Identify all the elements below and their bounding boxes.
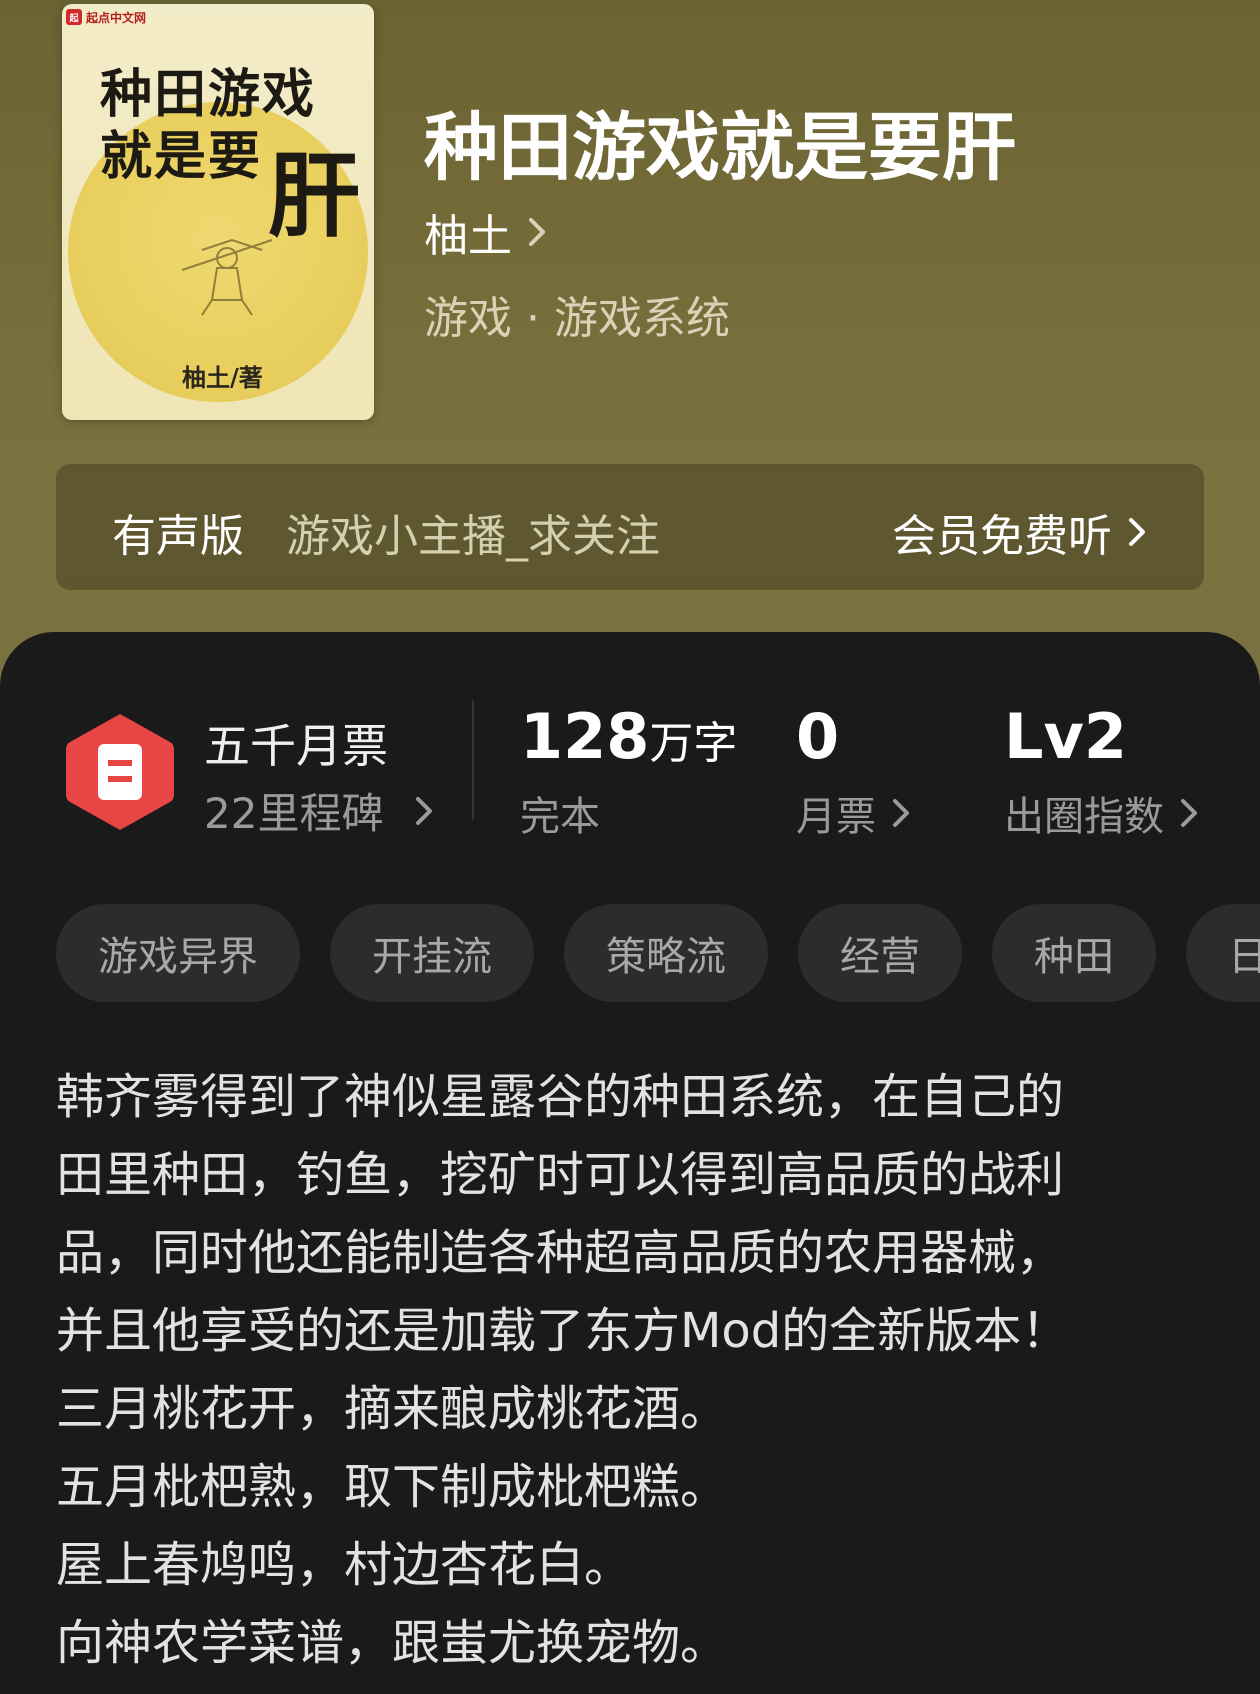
monthly-tickets-value: 0 — [796, 700, 840, 773]
chevron-right-icon — [529, 218, 545, 246]
word-count-value: 128万字 — [520, 700, 737, 773]
author-link[interactable]: 柚土 — [424, 200, 548, 264]
book-cover[interactable]: 起 起点中文网 种田游戏 就是要 肝 柚土/著 — [62, 4, 374, 420]
monthly-ticket-badge-icon[interactable] — [62, 710, 178, 834]
chevron-right-icon — [416, 796, 433, 825]
book-title: 种田游戏就是要肝 — [424, 105, 1016, 191]
milestone-label: 22里程碑 — [204, 789, 384, 838]
description-line: 品，同时他还能制造各种超高品质的农用器械， — [56, 1225, 1065, 1281]
publisher-logo-icon: 起 — [66, 9, 82, 25]
completion-status: 完本 — [520, 794, 600, 840]
tag-chip[interactable]: 种田 — [992, 904, 1156, 1002]
milestone-link[interactable]: 22里程碑 — [204, 780, 435, 841]
cover-farmer-illustration — [181, 238, 273, 316]
cover-title-line1: 种田游戏 — [100, 64, 317, 125]
audio-version-bar[interactable]: 有声版 游戏小主播_求关注 会员免费听 — [56, 464, 1204, 590]
publisher-logo: 起 起点中文网 — [66, 8, 146, 26]
genre-label[interactable]: 游戏 · 游戏系统 — [424, 282, 730, 346]
cover-author-credit: 柚土/著 — [182, 363, 263, 392]
tag-chip[interactable]: 日 — [1186, 904, 1260, 1002]
tag-list: 游戏异界 开挂流 策略流 经营 种田 日 — [56, 904, 1260, 1002]
chevron-right-icon — [1181, 799, 1197, 827]
description-line: 三月桃花开，摘来酿成桃花酒。 — [56, 1381, 729, 1437]
description-line: 田里种田，钓鱼，挖矿时可以得到高品质的战利 — [56, 1147, 1065, 1203]
book-description[interactable]: 韩齐雾得到了神似星露谷的种田系统，在自己的 田里种田，钓鱼，挖矿时可以得到高品质… — [56, 1058, 1226, 1682]
description-line: 向神农学菜谱，跟蚩尤换宠物。 — [56, 1615, 729, 1671]
book-header: 起 起点中文网 种田游戏 就是要 肝 柚土/著 种田游戏就是要肝 柚土 游戏 ·… — [0, 0, 1260, 700]
word-count-number: 128 — [520, 700, 650, 773]
audio-narrator: 游戏小主播_求关注 — [286, 511, 660, 562]
description-line: 韩齐雾得到了神似星露谷的种田系统，在自己的 — [56, 1069, 1065, 1125]
badge-title: 五千月票 — [204, 719, 388, 773]
tag-chip[interactable]: 经营 — [798, 904, 962, 1002]
publisher-logo-text: 起点中文网 — [86, 10, 147, 25]
tag-chip[interactable]: 策略流 — [564, 904, 768, 1002]
description-line: 五月枇杷熟，取下制成枇杷糕。 — [56, 1459, 729, 1515]
tag-chip[interactable]: 开挂流 — [330, 904, 534, 1002]
tag-chip[interactable]: 游戏异界 — [56, 904, 300, 1002]
description-line: 并且他享受的还是加载了东方Mod的全新版本！ — [56, 1303, 1070, 1359]
circle-index-value: Lv2 — [1004, 700, 1128, 773]
author-name: 柚土 — [424, 211, 512, 262]
word-count-unit: 万字 — [649, 718, 738, 769]
audio-listen-button[interactable]: 会员免费听 — [892, 500, 1148, 564]
chevron-right-icon — [893, 799, 909, 827]
monthly-tickets-label: 月票 — [796, 794, 876, 840]
circle-index-label: 出圈指数 — [1004, 794, 1164, 840]
audio-label: 有声版 — [112, 511, 244, 562]
monthly-tickets-link[interactable]: 月票 — [796, 784, 912, 842]
chevron-right-icon — [1129, 518, 1145, 546]
description-line: 屋上春鸠鸣，村边杏花白。 — [56, 1537, 633, 1593]
circle-index-link[interactable]: 出圈指数 — [1004, 784, 1200, 842]
audio-cta-label: 会员免费听 — [892, 511, 1112, 562]
stats-divider — [472, 700, 474, 820]
